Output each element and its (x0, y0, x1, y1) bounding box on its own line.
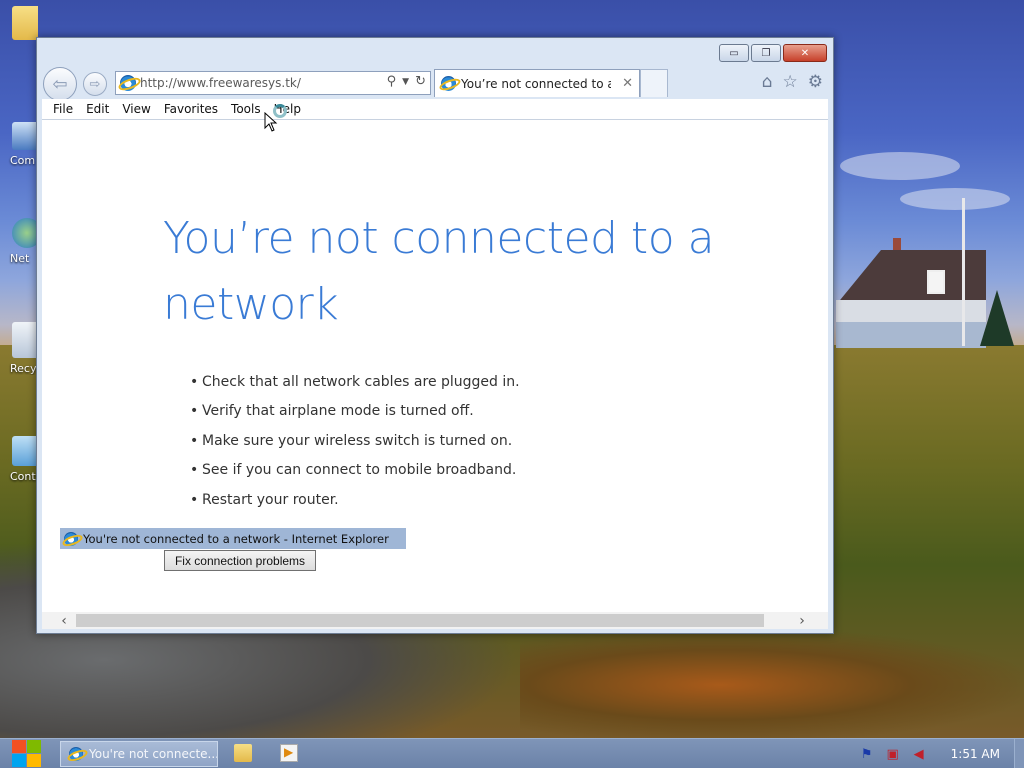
tab-ie-icon (441, 76, 456, 91)
network-disconnected-icon[interactable]: ▣ (885, 746, 901, 762)
windows-logo-icon (27, 754, 41, 767)
page-content: You’re not connected to a network Check … (42, 120, 828, 612)
menu-file[interactable]: File (48, 102, 81, 116)
house-window (927, 270, 945, 294)
system-tray: ⚑ ▣ ◀ 1:51 AM (859, 739, 1024, 768)
taskbar-task-label: You're not connecte... (89, 747, 218, 761)
search-icon[interactable]: ⚲ (387, 74, 397, 89)
desktop-icon-label: Recy (10, 362, 37, 375)
busy-spinner-icon (273, 104, 287, 118)
scroll-right-icon[interactable]: › (792, 612, 812, 629)
windows-logo-icon (12, 754, 26, 767)
command-icons: ⌂ ☆ ⚙ (762, 72, 823, 92)
tip-item: Verify that airplane mode is turned off. (190, 397, 520, 427)
desktop-icon-label: Net (10, 252, 30, 265)
ie-browser-window: ▭ ❐ ✕ ⇦ ⇨ ⚲ ▼ ↻ You’re not connected to … (36, 37, 834, 634)
tab-title: You’re not connected to a ... (461, 76, 611, 91)
ie-page-icon (120, 75, 136, 91)
minimize-button[interactable]: ▭ (719, 44, 749, 62)
recycle-bin-icon (12, 322, 38, 358)
gear-icon[interactable]: ⚙ (808, 72, 823, 92)
tip-item: Restart your router. (190, 486, 520, 516)
cloud (840, 152, 960, 180)
taskbar: You're not connecte... ⚑ ▣ ◀ 1:51 AM (0, 738, 1024, 768)
file-explorer-icon[interactable] (234, 744, 252, 762)
fix-connection-button[interactable]: Fix connection problems (164, 550, 316, 571)
volume-muted-icon[interactable]: ◀ (911, 746, 927, 762)
desktop-icon-computer[interactable]: Com (0, 122, 38, 167)
tab-active[interactable]: You’re not connected to a ... ✕ (434, 69, 640, 97)
taskbar-ie-task[interactable]: You're not connecte... (60, 741, 218, 767)
menu-tools[interactable]: Tools (226, 102, 269, 116)
back-button[interactable]: ⇦ (43, 67, 77, 101)
wallpaper-flowers (520, 630, 1020, 738)
windows-logo-icon (12, 740, 26, 753)
address-bar-icons: ⚲ ▼ ↻ (387, 74, 426, 89)
network-globe-icon (12, 218, 38, 248)
tip-item: Check that all network cables are plugge… (190, 368, 520, 398)
tip-item: See if you can connect to mobile broadba… (190, 456, 520, 486)
tip-item: Make sure your wireless switch is turned… (190, 427, 520, 457)
start-button[interactable] (12, 739, 44, 768)
desktop-icon-network[interactable]: Net (0, 218, 38, 265)
home-icon[interactable]: ⌂ (762, 72, 773, 92)
troubleshooting-list: Check that all network cables are plugge… (190, 368, 520, 515)
menu-bar: File Edit View Favorites Tools Help (42, 99, 828, 120)
forward-arrow-icon: ⇨ (89, 76, 101, 92)
error-title: You’re not connected to a network (163, 213, 715, 330)
desktop-icon-label: Contr (10, 470, 38, 483)
desktop-icon-folder[interactable] (0, 6, 38, 40)
dropdown-chevron-icon[interactable]: ▼ (402, 74, 409, 89)
windows-logo-icon (27, 740, 41, 753)
ie-icon (69, 747, 83, 761)
back-arrow-icon: ⇦ (52, 73, 68, 95)
desktop-icon-label: Com (10, 154, 36, 167)
menu-edit[interactable]: Edit (81, 102, 117, 116)
close-button[interactable]: ✕ (783, 44, 827, 62)
navigation-bar: ⇦ ⇨ ⚲ ▼ ↻ You’re not connected to a ... … (43, 66, 829, 101)
menu-view[interactable]: View (117, 102, 158, 116)
scrollbar-thumb[interactable] (76, 614, 764, 627)
menu-favorites[interactable]: Favorites (159, 102, 226, 116)
flag-pole (962, 198, 965, 346)
forward-button[interactable]: ⇨ (83, 72, 107, 96)
cloud (900, 188, 1010, 210)
control-panel-icon (12, 436, 38, 466)
desktop-icon-recycle-bin[interactable]: Recy (0, 322, 38, 375)
window-title-tooltip: You're not connected to a network - Inte… (60, 528, 406, 549)
scroll-left-icon[interactable]: ‹ (54, 612, 74, 629)
new-tab-button[interactable] (640, 69, 668, 97)
address-bar[interactable]: ⚲ ▼ ↻ (115, 71, 431, 95)
media-player-icon[interactable] (280, 744, 298, 762)
url-input[interactable] (140, 76, 380, 90)
ie-icon (64, 531, 78, 546)
horizontal-scrollbar[interactable]: ‹ › (42, 612, 828, 629)
tab-close-icon[interactable]: ✕ (622, 76, 633, 91)
restore-button[interactable]: ❐ (751, 44, 781, 62)
computer-icon (12, 122, 38, 150)
refresh-icon[interactable]: ↻ (415, 74, 426, 89)
folder-icon (12, 6, 38, 40)
clock[interactable]: 1:51 AM (951, 747, 1000, 761)
show-desktop-button[interactable] (1014, 739, 1024, 768)
tooltip-title-text: You're not connected to a network - Inte… (83, 531, 389, 546)
caption-buttons: ▭ ❐ ✕ (719, 44, 827, 62)
star-icon[interactable]: ☆ (783, 72, 798, 92)
desktop-icon-control-panel[interactable]: Contr (0, 436, 38, 483)
action-center-flag-icon[interactable]: ⚑ (859, 746, 875, 762)
